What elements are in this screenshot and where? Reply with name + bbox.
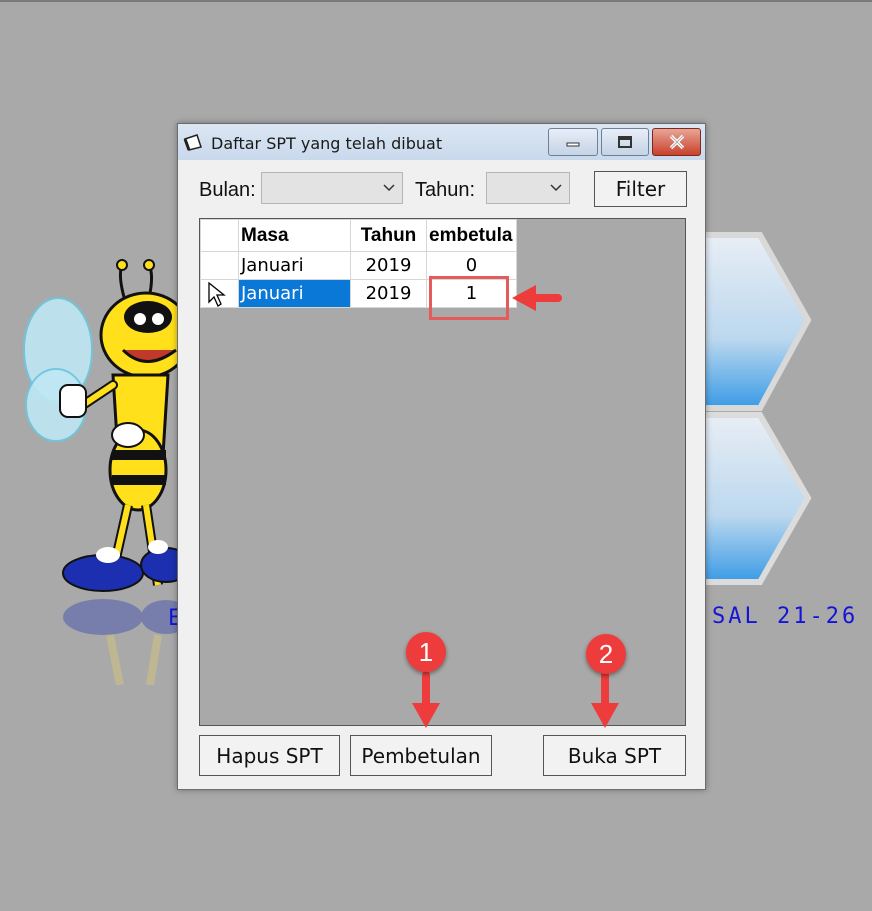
maximize-button[interactable]: [601, 128, 649, 156]
window-titlebar[interactable]: Daftar SPT yang telah dibuat: [178, 124, 705, 160]
close-icon: [669, 134, 684, 150]
app-icon: [183, 134, 202, 151]
maximize-icon: [618, 136, 632, 148]
window-title: Daftar SPT yang telah dibuat: [211, 134, 443, 153]
cell-tahun[interactable]: 2019: [350, 279, 427, 308]
column-header-pembetulan[interactable]: embetula: [426, 219, 517, 252]
minimize-button[interactable]: [548, 128, 598, 156]
hexagon-logo-image: [700, 232, 812, 585]
desktop-top-border: [0, 0, 872, 2]
cell-tahun[interactable]: 2019: [350, 251, 427, 280]
column-header-masa[interactable]: Masa: [238, 219, 351, 252]
row-header[interactable]: [200, 251, 239, 280]
bulan-label: Bulan:: [199, 179, 256, 201]
row-header-corner: [200, 219, 239, 252]
bee-mascot-image: [23, 259, 183, 685]
chevron-down-icon: [550, 184, 562, 192]
tahun-select[interactable]: [486, 172, 570, 204]
spt-list-window: Daftar SPT yang telah dibuat Bulan: Tahu…: [177, 123, 706, 790]
filter-button[interactable]: Filter: [594, 171, 687, 207]
table-header-row: Masa Tahun embetula: [200, 219, 517, 252]
chevron-down-icon: [383, 184, 395, 192]
buka-spt-button[interactable]: Buka SPT: [543, 735, 686, 776]
step-marker-2: 2: [586, 634, 626, 674]
column-header-tahun[interactable]: Tahun: [350, 219, 427, 252]
step-marker-1: 1: [406, 632, 446, 672]
bulan-select[interactable]: [261, 172, 403, 204]
hapus-spt-button[interactable]: Hapus SPT: [199, 735, 340, 776]
cell-masa[interactable]: Januari: [238, 279, 351, 308]
background-text-right: SAL 21-26: [712, 604, 859, 629]
pembetulan-button[interactable]: Pembetulan: [350, 735, 492, 776]
tahun-label: Tahun:: [415, 179, 476, 201]
cell-masa[interactable]: Januari: [238, 251, 351, 280]
mouse-cursor-icon: [208, 282, 226, 307]
row-header[interactable]: [200, 279, 239, 308]
close-button[interactable]: [652, 128, 701, 156]
minimize-icon: [566, 142, 580, 147]
highlight-box: [429, 276, 509, 320]
